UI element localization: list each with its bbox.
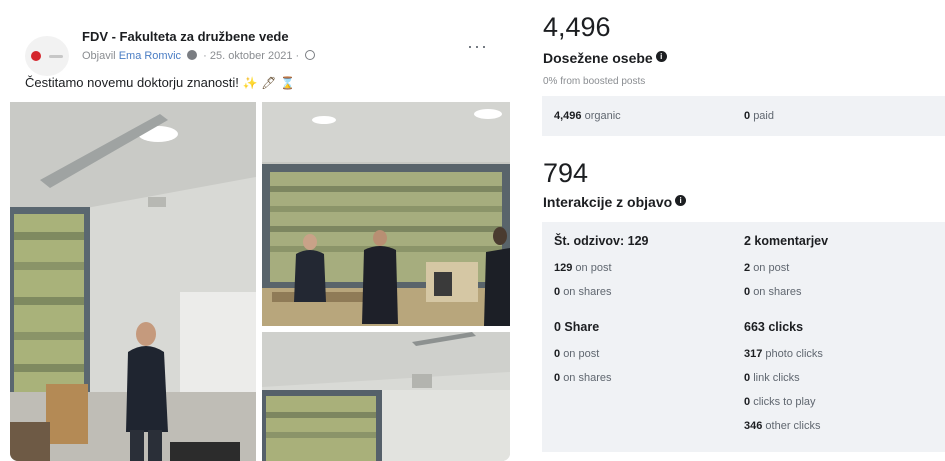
organic-stat: 4,496 organic — [554, 110, 621, 122]
link-clicks-num: 0 — [744, 372, 751, 384]
verified-icon — [187, 50, 198, 60]
two-people-classroom-photo-icon — [262, 102, 510, 326]
interactions-title: Interakcije z objavo i — [543, 194, 687, 210]
interactions-breakdown: Št. odzivov: 129 129 on post 0 on shares… — [542, 222, 945, 452]
shares-head: 0 Share — [554, 320, 600, 334]
post-card: FDV - Fakulteta za družbene vede Objavil… — [10, 12, 510, 461]
reactions-on-shares-label: on shares — [563, 286, 612, 298]
boosted-note: 0% from boosted posts — [543, 76, 646, 87]
clicks-head: 663 clicks — [744, 320, 804, 334]
reach-title: Dosežene osebe i — [543, 50, 667, 66]
organic-num: 4,496 — [554, 110, 582, 122]
reactions-on-shares-num: 0 — [554, 286, 561, 298]
comments-on-post-num: 2 — [744, 262, 751, 274]
logo-bar-icon — [49, 54, 63, 58]
comments-on-shares: 0 on shares — [744, 286, 802, 298]
reactions-on-shares: 0 on shares — [554, 286, 612, 298]
comments-on-post-label: on post — [753, 262, 790, 274]
lecturer-standing-photo-icon — [10, 102, 256, 461]
shares-on-post: 0 on post — [554, 348, 599, 360]
photo-clicks: 317 photo clicks — [744, 348, 823, 360]
reach-value: 4,496 — [543, 12, 611, 42]
post-photo-main[interactable] — [10, 102, 256, 461]
comments-head: 2 komentarjev — [744, 234, 829, 248]
reactions-on-post-num: 129 — [554, 262, 573, 274]
comments-on-shares-num: 0 — [744, 286, 751, 298]
page-name-link[interactable]: FDV - Fakulteta za družbene vede — [82, 29, 289, 44]
reactions-on-post-label: on post — [575, 262, 612, 274]
interactions-value: 794 — [543, 158, 589, 188]
link-clicks-label: link clicks — [753, 372, 800, 384]
post-text: Čestitamo novemu doktorju znanosti! ✨ 🖊 … — [25, 75, 295, 90]
link-clicks: 0 link clicks — [744, 372, 800, 384]
reactions-on-post: 129 on post — [554, 262, 612, 274]
other-clicks-label: other clicks — [765, 420, 821, 432]
post-photo-top-right[interactable] — [262, 102, 510, 326]
hourglass-icon: ⌛ — [279, 76, 295, 90]
other-clicks-num: 346 — [744, 420, 763, 432]
info-icon-2[interactable]: i — [675, 195, 687, 206]
organic-label: organic — [584, 110, 621, 122]
post-message: Čestitamo novemu doktorju znanosti! — [25, 75, 239, 90]
paid-num: 0 — [744, 110, 751, 122]
other-clicks: 346 other clicks — [744, 420, 820, 432]
interactions-title-text: Interakcije z objavo — [543, 194, 673, 210]
reach-title-text: Dosežene osebe — [543, 50, 653, 66]
shares-on-post-label: on post — [563, 348, 600, 360]
comments-on-post: 2 on post — [744, 262, 789, 274]
sparkles-icon: ✨ — [242, 76, 258, 90]
clicks-to-play: 0 clicks to play — [744, 396, 816, 408]
logo-dot-icon — [31, 51, 41, 61]
shares-on-shares-num: 0 — [554, 372, 561, 384]
page-avatar[interactable] — [25, 36, 69, 76]
shares-on-shares-label: on shares — [563, 372, 612, 384]
reactions-head: Št. odzivov: 129 — [554, 234, 649, 248]
more-options-button[interactable]: ··· — [467, 36, 488, 57]
post-header: FDV - Fakulteta za družbene vede Objavil… — [10, 12, 510, 106]
post-date-link[interactable]: 25. oktober 2021 — [210, 50, 293, 62]
author-link[interactable]: Ema Romvic — [119, 50, 181, 62]
photo-clicks-label: photo clicks — [765, 348, 823, 360]
classroom-ceiling-photo-icon — [262, 332, 510, 461]
shares-on-shares: 0 on shares — [554, 372, 612, 384]
post-insights-panel: 4,496 Dosežene osebe i 0% from boosted po… — [530, 0, 945, 461]
photo-clicks-num: 317 — [744, 348, 763, 360]
globe-icon — [305, 50, 316, 60]
clicks-to-play-label: clicks to play — [753, 396, 816, 408]
post-meta: Objavil Ema Romvic · 25. oktober 2021 · — [82, 50, 318, 62]
comments-on-shares-label: on shares — [753, 286, 802, 298]
meta-separator: · — [203, 50, 207, 62]
post-photo-bottom-right[interactable] — [262, 332, 510, 461]
info-icon[interactable]: i — [655, 51, 667, 62]
pen-icon: 🖊 — [261, 76, 277, 90]
meta-separator-2: · — [295, 50, 300, 62]
paid-label: paid — [753, 110, 774, 122]
clicks-to-play-num: 0 — [744, 396, 751, 408]
shares-on-post-num: 0 — [554, 348, 561, 360]
reach-breakdown: 4,496 organic 0 paid — [542, 96, 945, 136]
meta-prefix: Objavil — [82, 50, 116, 62]
paid-stat: 0 paid — [744, 110, 774, 122]
